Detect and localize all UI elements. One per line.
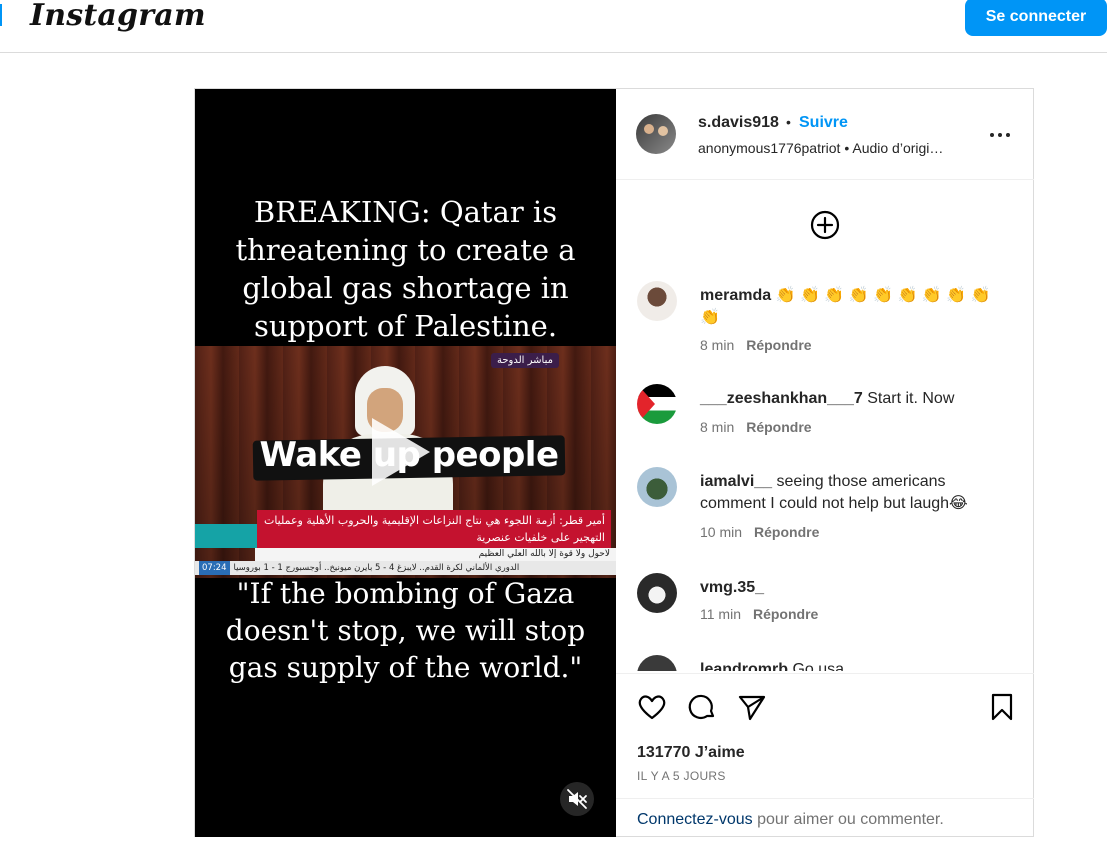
post-card: BREAKING: Qatar is threatening to create… bbox=[194, 88, 1034, 837]
audio-label[interactable]: Audio d’origi… bbox=[852, 140, 943, 156]
commenter-avatar[interactable] bbox=[637, 467, 677, 507]
login-prompt: Connectez-vous pour aimer ou commenter. bbox=[616, 798, 1034, 835]
bookmark-icon bbox=[991, 693, 1013, 721]
comment-username[interactable]: meramda bbox=[700, 287, 771, 304]
ticker-subline: لاحول ولا قوة إلا بالله العلي العظيم bbox=[255, 548, 616, 561]
action-bar: 131770 J’aime IL Y A 5 JOURS Connectez-v… bbox=[616, 673, 1034, 834]
save-button[interactable] bbox=[986, 691, 1018, 723]
play-icon[interactable] bbox=[372, 418, 430, 486]
reply-button[interactable]: Répondre bbox=[746, 337, 811, 353]
author-avatar[interactable] bbox=[636, 114, 676, 154]
video-caption-bottom: "If the bombing of Gaza doesn't stop, we… bbox=[225, 577, 586, 684]
share-button[interactable] bbox=[736, 691, 768, 723]
comment-time[interactable]: 11 min bbox=[700, 606, 741, 622]
share-icon bbox=[738, 695, 766, 721]
login-button[interactable]: Se connecter bbox=[965, 0, 1107, 36]
reply-button[interactable]: Répondre bbox=[754, 524, 819, 540]
post-sidebar: s.davis918 • Suivre anonymous1776patriot… bbox=[616, 89, 1034, 837]
mute-icon bbox=[567, 789, 587, 809]
heart-icon bbox=[638, 695, 666, 720]
add-circle-icon bbox=[810, 210, 840, 240]
post-video[interactable]: BREAKING: Qatar is threatening to create… bbox=[195, 89, 616, 837]
edge-marker bbox=[0, 4, 2, 26]
ticker-bottom: 07:24 الدوري الألماني لكرة القدم.. لايبزغ… bbox=[195, 561, 616, 575]
comment-meta: 10 min Répondre bbox=[700, 524, 819, 540]
add-button[interactable] bbox=[809, 209, 841, 241]
mute-button[interactable] bbox=[560, 782, 594, 816]
ticker-time: 07:24 bbox=[199, 561, 230, 575]
follow-button[interactable]: Suivre bbox=[799, 114, 848, 132]
comment-text: Start it. Now bbox=[867, 390, 955, 407]
commenter-avatar[interactable] bbox=[637, 281, 677, 321]
audio-info: anonymous1776patriot • Audio d’origi… bbox=[698, 140, 978, 156]
reply-button[interactable]: Répondre bbox=[753, 606, 818, 622]
comment-time[interactable]: 8 min bbox=[700, 337, 734, 353]
channel-badge: مباشر الدوحة bbox=[491, 353, 559, 368]
comment-time[interactable]: 10 min bbox=[700, 524, 742, 540]
top-bar: Instagram Se connecter bbox=[0, 0, 1107, 53]
comment-meta: 8 min Répondre bbox=[700, 337, 812, 353]
login-prompt-text: pour aimer ou commenter. bbox=[752, 811, 944, 828]
comment-username[interactable]: iamalvi__ bbox=[700, 473, 772, 490]
comment-button[interactable] bbox=[686, 691, 718, 723]
comment-username[interactable]: ___zeeshankhan___7 bbox=[700, 390, 863, 407]
header-separator: • bbox=[786, 114, 791, 130]
comment-username[interactable]: leandromrb bbox=[700, 661, 788, 671]
like-button[interactable] bbox=[636, 691, 668, 723]
ticker-scroll-text: الدوري الألماني لكرة القدم.. لايبزغ 4 - … bbox=[233, 563, 520, 573]
post-header: s.davis918 • Suivre anonymous1776patriot… bbox=[616, 89, 1034, 180]
login-link[interactable]: Connectez-vous bbox=[637, 811, 753, 828]
news-clip: مباشر الدوحة Wake up people أمير قطر: أز… bbox=[195, 346, 616, 578]
post-date[interactable]: IL Y A 5 JOURS bbox=[637, 769, 726, 783]
comment-username[interactable]: vmg.35_ bbox=[700, 579, 764, 596]
ticker-logo-block bbox=[195, 524, 257, 548]
instagram-logo[interactable]: Instagram bbox=[30, 0, 206, 33]
audio-account[interactable]: anonymous1776patriot bbox=[698, 140, 840, 156]
palestine-flag-avatar[interactable] bbox=[637, 384, 677, 424]
comment-meta: 11 min Répondre bbox=[700, 606, 818, 622]
author-username[interactable]: s.davis918 bbox=[698, 114, 779, 132]
comment-meta: 8 min Répondre bbox=[700, 419, 812, 435]
commenter-avatar[interactable] bbox=[637, 573, 677, 613]
commenter-avatar[interactable] bbox=[637, 655, 677, 671]
audio-separator: • bbox=[844, 140, 850, 156]
news-ticker: أمير قطر: أزمة اللجوء هي نتاج النزاعات ا… bbox=[257, 510, 611, 548]
reply-button[interactable]: Répondre bbox=[746, 419, 811, 435]
likes-count[interactable]: 131770 J’aime bbox=[637, 744, 745, 762]
more-options-icon bbox=[990, 133, 1010, 137]
video-caption-top: BREAKING: Qatar is threatening to create… bbox=[235, 195, 576, 343]
comments-list[interactable]: meramda 👏 👏 👏 👏 👏 👏 👏 👏 👏 👏 8 min Répondr… bbox=[616, 259, 1034, 671]
comment-time[interactable]: 8 min bbox=[700, 419, 734, 435]
more-options-button[interactable] bbox=[988, 123, 1012, 147]
comment-icon bbox=[688, 694, 715, 719]
comment-text: Go usa bbox=[792, 661, 845, 671]
